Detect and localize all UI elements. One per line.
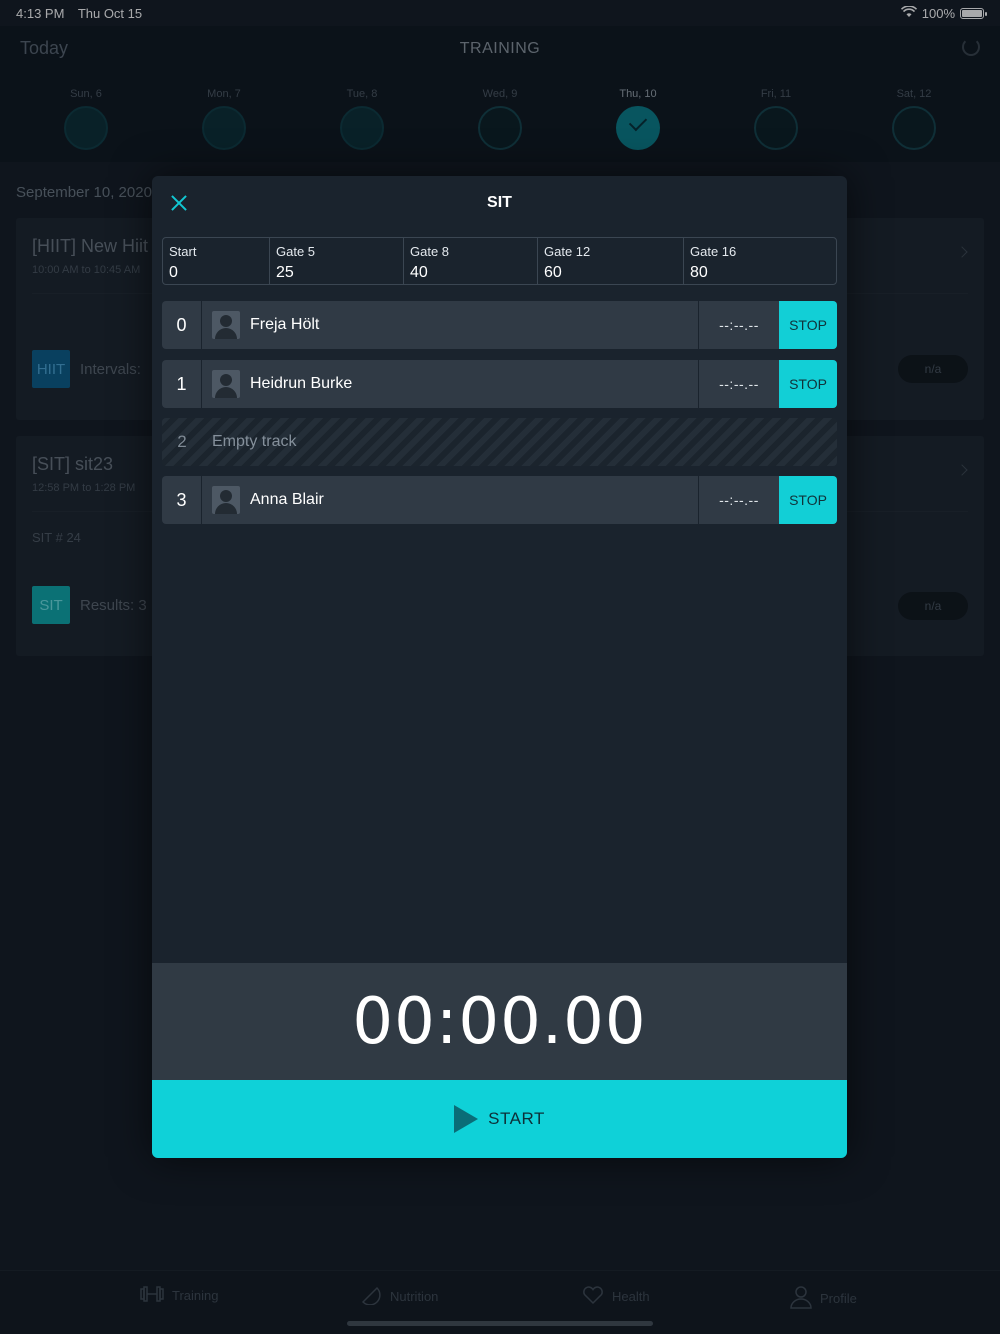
athlete-cell[interactable]: Anna Blair: [202, 476, 699, 524]
gate-value: 0: [169, 264, 178, 281]
athlete-name: Freja Hölt: [250, 316, 320, 333]
gate-name: Gate 16: [690, 244, 737, 259]
stopwatch-display: 00:00.00: [352, 984, 647, 1059]
lap-time: --:--.--: [719, 376, 759, 392]
timer-panel: 00:00.00: [152, 963, 847, 1080]
athlete-name: Heidrun Burke: [250, 375, 353, 392]
track-number: 2: [177, 432, 187, 451]
gate-value: 40: [410, 264, 428, 281]
gate-16: Gate 16 80: [684, 238, 836, 284]
avatar: [212, 370, 240, 398]
start-label: START: [488, 1109, 545, 1128]
empty-lane-row[interactable]: 2 Empty track: [162, 418, 837, 466]
athlete-cell[interactable]: Heidrun Burke: [202, 360, 699, 408]
sit-modal: SIT Start 0 Gate 5 25 Gate 8 40 Gate 12 …: [152, 176, 847, 1158]
lap-time: --:--.--: [719, 492, 759, 508]
track-number: 0: [162, 301, 202, 349]
avatar: [212, 311, 240, 339]
gate-start: Start 0: [163, 238, 270, 284]
gate-name: Gate 8: [410, 244, 450, 259]
gate-name: Gate 5: [276, 244, 316, 259]
lap-time: --:--.--: [719, 317, 759, 333]
lane-row: 3 Anna Blair --:--.-- STOP: [162, 476, 837, 524]
play-icon: [454, 1105, 479, 1133]
lane-row: 1 Heidrun Burke --:--.-- STOP: [162, 360, 837, 408]
stop-button[interactable]: STOP: [779, 476, 837, 524]
avatar: [212, 486, 240, 514]
gate-8: Gate 8 40: [404, 238, 538, 284]
athlete-name: Anna Blair: [250, 491, 324, 508]
gates-table: Start 0 Gate 5 25 Gate 8 40 Gate 12 60 G…: [162, 237, 837, 285]
track-number: 1: [162, 360, 202, 408]
lane-row: 0 Freja Hölt --:--.-- STOP: [162, 301, 837, 349]
gate-name: Start: [169, 244, 197, 259]
modal-title: SIT: [487, 194, 512, 211]
gate-value: 60: [544, 264, 562, 281]
stop-button[interactable]: STOP: [779, 360, 837, 408]
stop-button[interactable]: STOP: [779, 301, 837, 349]
track-number: 3: [162, 476, 202, 524]
gate-value: 80: [690, 264, 708, 281]
gate-name: Gate 12: [544, 244, 591, 259]
gate-5: Gate 5 25: [270, 238, 404, 284]
athlete-cell[interactable]: Freja Hölt: [202, 301, 699, 349]
empty-track-label: Empty track: [212, 433, 297, 450]
gate-12: Gate 12 60: [538, 238, 684, 284]
gate-value: 25: [276, 264, 294, 281]
start-button[interactable]: START: [152, 1080, 847, 1158]
